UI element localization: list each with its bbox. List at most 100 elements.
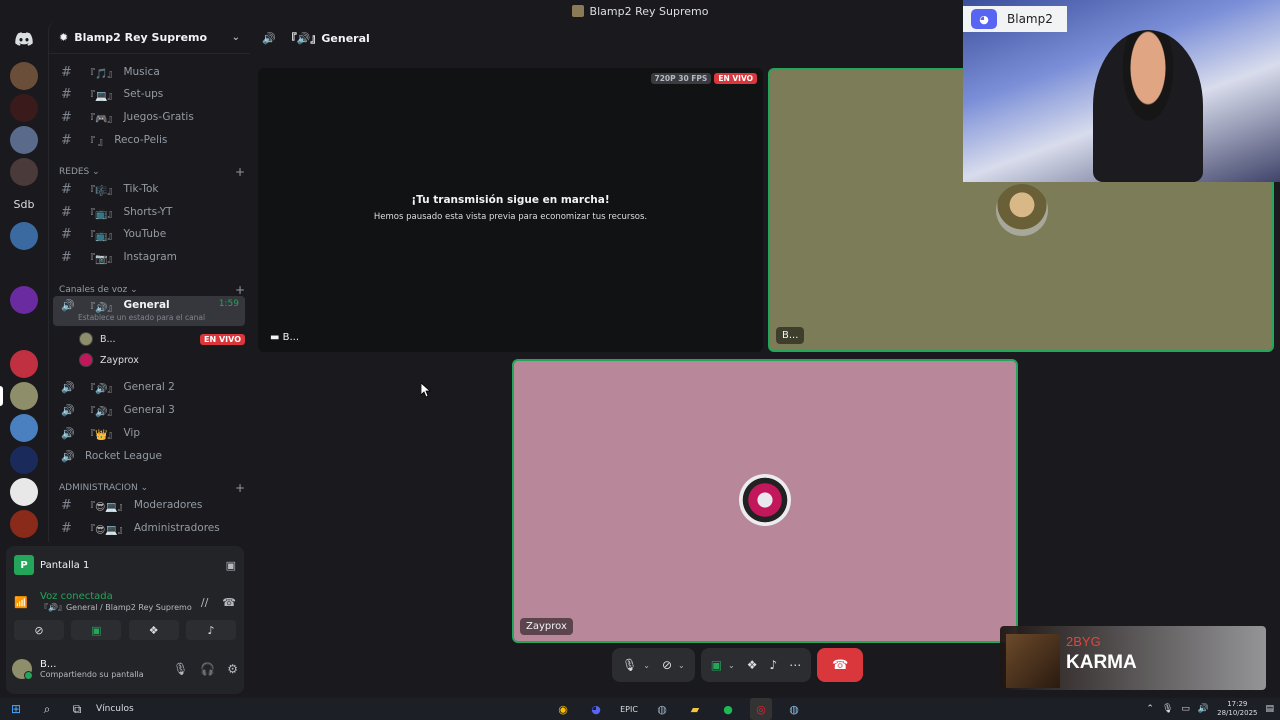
network-icon[interactable]: ▭ xyxy=(1181,704,1190,714)
soundboard-icon[interactable]: ♪ xyxy=(770,658,778,672)
chrome-icon[interactable]: ◉ xyxy=(552,698,574,720)
server-avatar[interactable] xyxy=(10,510,38,538)
add-channel-icon[interactable]: + xyxy=(235,283,245,297)
voice-user[interactable]: Zayprox xyxy=(79,350,245,370)
discord-icon[interactable]: ◕ xyxy=(585,698,607,720)
window-title: Blamp2 Rey Supremo xyxy=(589,4,709,18)
avatar[interactable] xyxy=(12,659,33,680)
avatar xyxy=(79,332,93,346)
server-header[interactable]: ✹ Blamp2 Rey Supremo ⌄ xyxy=(49,22,250,54)
server-avatar[interactable] xyxy=(10,318,38,346)
voice-channel-link[interactable]: 『🔊』General / Blamp2 Rey Supremo xyxy=(40,602,192,613)
camera-off-button[interactable]: ⊘ xyxy=(14,620,64,640)
channel-reco-pelis[interactable]: # 『 』 Reco-Pelis xyxy=(53,129,245,151)
chevron-down-icon[interactable]: ⌄ xyxy=(678,661,685,670)
links-toolbar[interactable]: Vínculos xyxy=(96,704,134,714)
noise-suppression-icon[interactable]: ∕∕ xyxy=(201,596,208,609)
channel-musica[interactable]: # 『🎵』 Musica xyxy=(53,61,245,83)
signal-icon[interactable]: 📶 xyxy=(14,596,32,609)
obs-icon[interactable]: ◎ xyxy=(750,698,772,720)
channel-juegos-gratis[interactable]: # 『🎮』 Juegos-Gratis xyxy=(53,106,245,128)
server-avatar[interactable] xyxy=(10,126,38,154)
server-avatar[interactable] xyxy=(10,254,38,282)
channel-setups[interactable]: # 『💻』 Set-ups xyxy=(53,83,245,105)
chevron-down-icon[interactable]: ⌄ xyxy=(643,661,650,670)
activity-button[interactable]: ❖ xyxy=(128,620,179,640)
server-avatar[interactable] xyxy=(10,478,38,506)
screen-share-button[interactable]: ▣ xyxy=(71,620,122,640)
activity-icon[interactable]: ❖ xyxy=(747,658,758,672)
more-icon[interactable]: ⋯ xyxy=(789,658,801,672)
windows-start-icon[interactable]: ⊞ xyxy=(0,702,32,716)
participant-tile-zayprox[interactable]: Zayprox xyxy=(512,359,1018,643)
server-avatar[interactable] xyxy=(10,158,38,186)
stream-tile-self[interactable]: 720P 30 FPS EN VIVO ¡Tu transmisión sigu… xyxy=(258,68,763,352)
channel-instagram[interactable]: # 『📷』 Instagram xyxy=(53,246,245,268)
channel-shorts-yt[interactable]: # 『📺』 Shorts-YT xyxy=(53,201,245,223)
hang-up-button[interactable]: ☎ xyxy=(817,648,864,682)
speaker-icon: 🔊 xyxy=(61,426,75,440)
microphone-icon[interactable]: 🎙 xyxy=(622,658,637,672)
epic-games-icon[interactable]: EPIC xyxy=(618,698,640,720)
server-avatar-active[interactable] xyxy=(10,382,38,410)
server-rail: Sdb xyxy=(0,22,48,542)
user-name[interactable]: B... xyxy=(40,659,144,670)
category-voice[interactable]: Canales de voz ⌄ + xyxy=(59,283,245,297)
channel-tiktok[interactable]: # 『🎼』 Tik-Tok xyxy=(53,178,245,200)
task-view-icon[interactable]: ⧉ xyxy=(62,702,92,717)
server-avatar[interactable] xyxy=(10,414,38,442)
camera-off-icon[interactable]: ⊘ xyxy=(662,658,672,672)
channel-youtube[interactable]: # 『📺』 YouTube xyxy=(53,223,245,245)
screen-share-row[interactable]: P Pantalla 1 ▣ xyxy=(14,554,236,576)
channel-moderadores[interactable]: # 『😎💻』 Moderadores xyxy=(53,494,245,516)
add-channel-icon[interactable]: + xyxy=(235,481,245,495)
server-icon xyxy=(571,5,584,17)
server-sdb[interactable]: Sdb xyxy=(10,190,38,218)
hash-icon: # xyxy=(61,64,72,80)
album-cover xyxy=(1006,634,1060,688)
screen-share-icon[interactable]: ▣ xyxy=(711,658,722,672)
clock[interactable]: 17:29 28/10/2025 xyxy=(1217,700,1257,718)
category-redes[interactable]: REDES ⌄ + xyxy=(59,165,245,179)
participant-nametag: Zayprox xyxy=(520,618,573,635)
voice-user[interactable]: B... EN VIVO xyxy=(79,329,245,349)
server-avatar[interactable] xyxy=(10,62,38,90)
voice-channel-rocket-league[interactable]: 🔊 Rocket League xyxy=(53,445,245,467)
discord-home-icon[interactable] xyxy=(10,25,38,53)
discord-logo-icon: ◕ xyxy=(971,9,997,29)
stop-stream-icon[interactable]: ▣ xyxy=(226,559,236,572)
disconnect-icon[interactable]: ☎ xyxy=(222,596,236,609)
channel-administradores[interactable]: # 『😎💻』 Administradores xyxy=(53,517,245,539)
folder-icon[interactable]: ▰ xyxy=(684,698,706,720)
voice-channel-general-3[interactable]: 🔊 『🔊』 General 3 xyxy=(53,399,245,421)
microphone-icon[interactable]: 🎙 xyxy=(173,662,188,676)
selected-server-indicator xyxy=(0,386,3,406)
gear-icon[interactable]: ⚙ xyxy=(227,662,238,676)
voice-channel-general[interactable]: 🔊 『🔊』 General 1:59 Establece un estado p… xyxy=(53,296,245,326)
channel-status[interactable]: Establece un estado para el canal xyxy=(78,313,205,322)
speaker-icon: 🔊 xyxy=(61,380,75,394)
steam-icon[interactable]: ◍ xyxy=(651,698,673,720)
add-channel-icon[interactable]: + xyxy=(235,165,245,179)
server-avatar[interactable] xyxy=(10,222,38,250)
server-avatar[interactable] xyxy=(10,446,38,474)
voice-channel-vip[interactable]: 🔊 『👑』 Vip xyxy=(53,422,245,444)
spotify-icon[interactable]: ● xyxy=(717,698,739,720)
voice-channel-general-2[interactable]: 🔊 『🔊』 General 2 xyxy=(53,376,245,398)
music-song: KARMA xyxy=(1066,652,1137,673)
microphone-icon[interactable]: 🎙 xyxy=(1162,704,1173,714)
server-avatar[interactable] xyxy=(10,350,38,378)
chevron-up-icon[interactable]: ⌃ xyxy=(1146,704,1154,714)
paused-title: ¡Tu transmisión sigue en marcha! xyxy=(411,194,610,206)
chevron-down-icon[interactable]: ⌄ xyxy=(728,661,735,670)
notifications-icon[interactable]: ▤ xyxy=(1265,704,1274,714)
steam-icon[interactable]: ◍ xyxy=(783,698,805,720)
voice-status[interactable]: Voz conectada xyxy=(40,591,192,602)
category-administracion[interactable]: ADMINISTRACION ⌄ + xyxy=(59,481,245,495)
soundboard-button[interactable]: ♪ xyxy=(185,620,236,640)
server-avatar[interactable] xyxy=(10,94,38,122)
server-avatar[interactable] xyxy=(10,286,38,314)
search-icon[interactable]: ⌕ xyxy=(32,702,62,717)
headphones-icon[interactable]: 🎧 xyxy=(200,662,215,676)
volume-icon[interactable]: 🔊 xyxy=(1198,704,1209,714)
